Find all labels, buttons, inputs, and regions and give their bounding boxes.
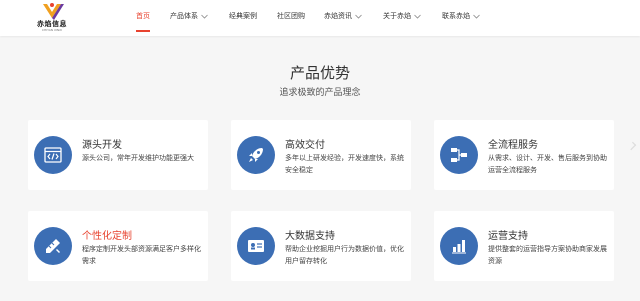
nav-item-label: 联系赤焰 [442, 12, 470, 20]
feature-card-title: 个性化定制 [82, 231, 132, 242]
brand-logo-icon [43, 3, 64, 20]
data-card-icon [237, 227, 275, 265]
code-window-icon [34, 136, 72, 174]
feature-card-title: 源头开发 [82, 140, 122, 151]
nav-item-label: 社区团购 [277, 12, 305, 20]
nav-item-news[interactable]: 赤焰资讯 [324, 0, 362, 34]
section-title: 产品优势 [289, 64, 350, 82]
nav-item-products[interactable]: 产品体系 [170, 0, 208, 34]
chevron-down-icon [355, 14, 362, 19]
nav-item-label: 赤焰资讯 [324, 12, 352, 20]
flowchart-icon [440, 136, 478, 174]
feature-card-title: 大数据支持 [285, 231, 335, 242]
feature-card-fast-delivery[interactable]: 高效交付 多年以上研发经验，开发速度快，系统安全稳定 [231, 120, 411, 190]
feature-card-desc: 帮助企业挖掘用户行为数据价值，优化用户留存转化 [285, 245, 404, 265]
rocket-icon [237, 136, 275, 174]
section-subtitle: 追求极致的产品理念 [279, 88, 361, 98]
feature-card-source-dev[interactable]: 源头开发 源头公司，常年开发维护功能更强大 [28, 120, 208, 190]
top-navbar: 赤焰信息 CHIYAN XINXI 首页 产品体系 经典案例 社区团购 赤焰资讯… [0, 0, 640, 36]
brand-logo[interactable]: 赤焰信息 CHIYAN XINXI [30, 2, 74, 36]
nav-item-about[interactable]: 关于赤焰 [383, 0, 421, 34]
feature-card-desc: 源头公司，常年开发维护功能更强大 [82, 154, 194, 162]
feature-card-custom[interactable]: 个性化定制 程序定制开发头部资源满足客户多样化需求 [28, 211, 208, 281]
feature-card-title: 运营支持 [488, 231, 528, 242]
pencil-ruler-icon [34, 227, 72, 265]
feature-card-title: 全流程服务 [488, 140, 538, 151]
feature-card-desc: 从需求、设计、开发、售后服务到协助运营全流程服务 [488, 154, 607, 174]
feature-card-desc: 多年以上研发经验，开发速度快，系统安全稳定 [285, 154, 404, 174]
chevron-right-icon[interactable] [627, 141, 637, 151]
nav-item-label: 经典案例 [229, 12, 257, 20]
feature-card-big-data[interactable]: 大数据支持 帮助企业挖掘用户行为数据价值，优化用户留存转化 [231, 211, 411, 281]
nav-item-label: 首页 [136, 12, 150, 20]
chevron-down-icon [473, 14, 480, 19]
chevron-down-icon [201, 14, 208, 19]
nav-item-group-buy[interactable]: 社区团购 [277, 0, 305, 34]
feature-card-full-service[interactable]: 全流程服务 从需求、设计、开发、售后服务到协助运营全流程服务 [434, 120, 614, 190]
nav-item-label: 产品体系 [170, 12, 198, 20]
feature-card-desc: 程序定制开发头部资源满足客户多样化需求 [82, 245, 201, 265]
bar-chart-icon [440, 227, 478, 265]
feature-card-desc: 提供整套的运营指导方案协助商家发展资源 [488, 245, 607, 265]
nav-item-label: 关于赤焰 [383, 12, 411, 20]
nav-item-contact[interactable]: 联系赤焰 [442, 0, 480, 34]
nav-item-home[interactable]: 首页 [136, 0, 150, 34]
feature-card-operations[interactable]: 运营支持 提供整套的运营指导方案协助商家发展资源 [434, 211, 614, 281]
nav-item-cases[interactable]: 经典案例 [229, 0, 257, 34]
feature-card-title: 高效交付 [285, 140, 325, 151]
brand-subtitle: CHIYAN XINXI [41, 28, 63, 32]
chevron-down-icon [414, 14, 421, 19]
